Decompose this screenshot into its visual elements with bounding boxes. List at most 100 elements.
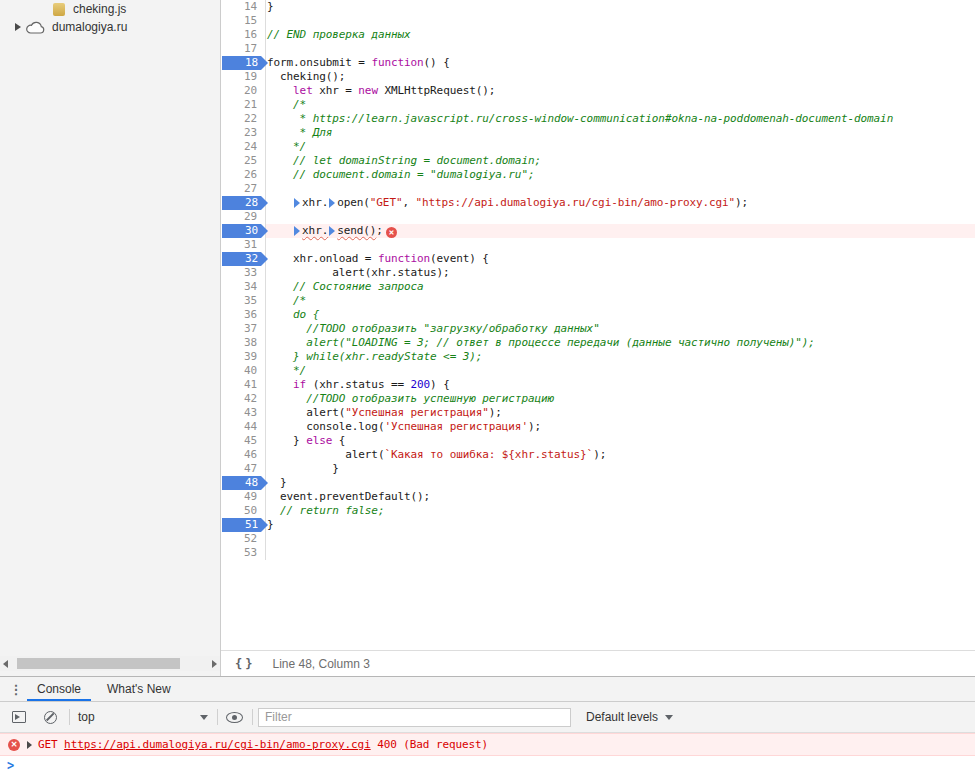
- line-number-gutter[interactable]: 20: [221, 84, 266, 98]
- breakpoint-badge[interactable]: 30: [222, 224, 268, 238]
- line-number-gutter[interactable]: 52: [221, 532, 266, 546]
- code-line-content[interactable]: alert(xhr.status);: [266, 266, 975, 280]
- code-line-content[interactable]: [266, 14, 975, 28]
- code-line-content[interactable]: alert(`Какая то ошибка: ${xhr.status}`);: [266, 448, 975, 462]
- line-number-gutter[interactable]: 24: [221, 140, 266, 154]
- breakpoint-badge[interactable]: 51: [222, 518, 268, 532]
- line-number-gutter[interactable]: 17: [221, 42, 266, 56]
- line-number-gutter[interactable]: 18: [221, 56, 266, 70]
- line-number-gutter[interactable]: 43: [221, 406, 266, 420]
- line-number-gutter[interactable]: 31: [221, 238, 266, 252]
- code-line-content[interactable]: alert("Успешная регистрация");: [266, 406, 975, 420]
- clear-console-icon[interactable]: [44, 711, 57, 724]
- line-number-gutter[interactable]: 48: [221, 476, 266, 490]
- tab-console[interactable]: Console: [24, 677, 94, 701]
- code-line-content[interactable]: // Состояние запроса: [266, 280, 975, 294]
- live-expression-eye-icon[interactable]: [226, 712, 243, 723]
- code-line-content[interactable]: [266, 210, 975, 224]
- line-number-gutter[interactable]: 39: [221, 350, 266, 364]
- scrollbar-right-arrow-icon[interactable]: [212, 660, 217, 668]
- pretty-print-icon[interactable]: {}: [235, 657, 255, 671]
- code-line-content[interactable]: }: [266, 0, 975, 14]
- code-line-content[interactable]: do {: [266, 308, 975, 322]
- line-number-gutter[interactable]: 23: [221, 126, 266, 140]
- javascript-context-selector[interactable]: top: [78, 710, 208, 724]
- code-line-content[interactable]: }: [266, 476, 975, 490]
- breakpoint-badge[interactable]: 32: [222, 252, 268, 266]
- scrollbar-left-arrow-icon[interactable]: [3, 660, 8, 668]
- line-number-gutter[interactable]: 19: [221, 70, 266, 84]
- code-line-content[interactable]: form.onsubmit = function() {: [266, 56, 975, 70]
- console-prompt[interactable]: >: [0, 756, 975, 776]
- code-line-content[interactable]: }: [266, 518, 975, 532]
- line-number-gutter[interactable]: 15: [221, 14, 266, 28]
- code-line-content[interactable]: [266, 532, 975, 546]
- code-line-content[interactable]: console.log('Успешная регистрация');: [266, 420, 975, 434]
- line-number-gutter[interactable]: 35: [221, 294, 266, 308]
- line-number-gutter[interactable]: 34: [221, 280, 266, 294]
- code-line-content[interactable]: //TODO отобразить "загрузку/обработку да…: [266, 322, 975, 336]
- code-line-content[interactable]: [266, 182, 975, 196]
- code-line-content[interactable]: alert("LOADING = 3; // ответ в процессе …: [266, 336, 975, 350]
- tab-what-s-new[interactable]: What's New: [94, 677, 184, 701]
- code-line-content[interactable]: let xhr = new XMLHttpRequest();: [266, 84, 975, 98]
- code-line-content[interactable]: [266, 238, 975, 252]
- inline-breakpoint-icon[interactable]: [294, 226, 300, 236]
- code-line-content[interactable]: // document.domain = "dumalogiya.ru";: [266, 168, 975, 182]
- line-number-gutter[interactable]: 47: [221, 462, 266, 476]
- line-number-gutter[interactable]: 33: [221, 266, 266, 280]
- code-line-content[interactable]: //TODO отобразить успешную регистрацию: [266, 392, 975, 406]
- line-number-gutter[interactable]: 45: [221, 434, 266, 448]
- line-number-gutter[interactable]: 14: [221, 0, 266, 14]
- line-number-gutter[interactable]: 21: [221, 98, 266, 112]
- code-line-content[interactable]: * Для: [266, 126, 975, 140]
- code-line-content[interactable]: event.preventDefault();: [266, 490, 975, 504]
- code-line-content[interactable]: // END проверка данных: [266, 28, 975, 42]
- console-sidebar-toggle-icon[interactable]: [12, 711, 26, 723]
- line-number-gutter[interactable]: 40: [221, 364, 266, 378]
- code-line-content[interactable]: // let domainString = document.domain;: [266, 154, 975, 168]
- code-line-content[interactable]: /*: [266, 294, 975, 308]
- inline-breakpoint-icon[interactable]: [329, 226, 335, 236]
- code-line-content[interactable]: // return false;: [266, 504, 975, 518]
- kebab-menu-icon[interactable]: ⋮: [8, 677, 24, 701]
- code-editor[interactable]: 14}1516// END проверка данных1718form.on…: [221, 0, 975, 650]
- code-line-content[interactable]: } while(xhr.readyState <= 3);: [266, 350, 975, 364]
- sidebar-horizontal-scrollbar[interactable]: [0, 656, 220, 671]
- line-number-gutter[interactable]: 38: [221, 336, 266, 350]
- code-line-content[interactable]: }: [266, 462, 975, 476]
- code-line-content[interactable]: [266, 546, 975, 560]
- tree-item[interactable]: cheking.js: [0, 0, 220, 18]
- log-levels-selector[interactable]: Default levels: [586, 710, 673, 724]
- line-number-gutter[interactable]: 27: [221, 182, 266, 196]
- line-number-gutter[interactable]: 37: [221, 322, 266, 336]
- request-url-link[interactable]: https://api.dumalogiya.ru/cgi-bin/amo-pr…: [64, 738, 371, 751]
- filter-input[interactable]: [258, 708, 571, 727]
- code-line-content[interactable]: * https://learn.javascript.ru/cross-wind…: [266, 112, 975, 126]
- line-number-gutter[interactable]: 44: [221, 420, 266, 434]
- code-line-content[interactable]: cheking();: [266, 70, 975, 84]
- breakpoint-badge[interactable]: 48: [222, 476, 268, 490]
- code-line-content[interactable]: */: [266, 140, 975, 154]
- line-number-gutter[interactable]: 29: [221, 210, 266, 224]
- line-number-gutter[interactable]: 28: [221, 196, 266, 210]
- code-line-content[interactable]: xhr.open("GET", "https://api.dumalogiya.…: [266, 196, 975, 210]
- expand-triangle-icon[interactable]: [27, 741, 32, 749]
- code-line-content[interactable]: xhr.send();✕: [266, 224, 975, 238]
- line-number-gutter[interactable]: 51: [221, 518, 266, 532]
- line-number-gutter[interactable]: 46: [221, 448, 266, 462]
- code-line-content[interactable]: [266, 42, 975, 56]
- line-number-gutter[interactable]: 30: [221, 224, 266, 238]
- code-line-content[interactable]: } else {: [266, 434, 975, 448]
- line-number-gutter[interactable]: 16: [221, 28, 266, 42]
- tree-item[interactable]: dumalogiya.ru: [0, 18, 220, 36]
- line-number-gutter[interactable]: 36: [221, 308, 266, 322]
- breakpoint-badge[interactable]: 28: [222, 196, 268, 210]
- line-number-gutter[interactable]: 22: [221, 112, 266, 126]
- inline-breakpoint-icon[interactable]: [294, 198, 300, 208]
- code-line-content[interactable]: */: [266, 364, 975, 378]
- expand-arrow-icon[interactable]: [15, 23, 21, 31]
- line-number-gutter[interactable]: 32: [221, 252, 266, 266]
- scrollbar-thumb[interactable]: [17, 658, 180, 669]
- code-line-content[interactable]: if (xhr.status == 200) {: [266, 378, 975, 392]
